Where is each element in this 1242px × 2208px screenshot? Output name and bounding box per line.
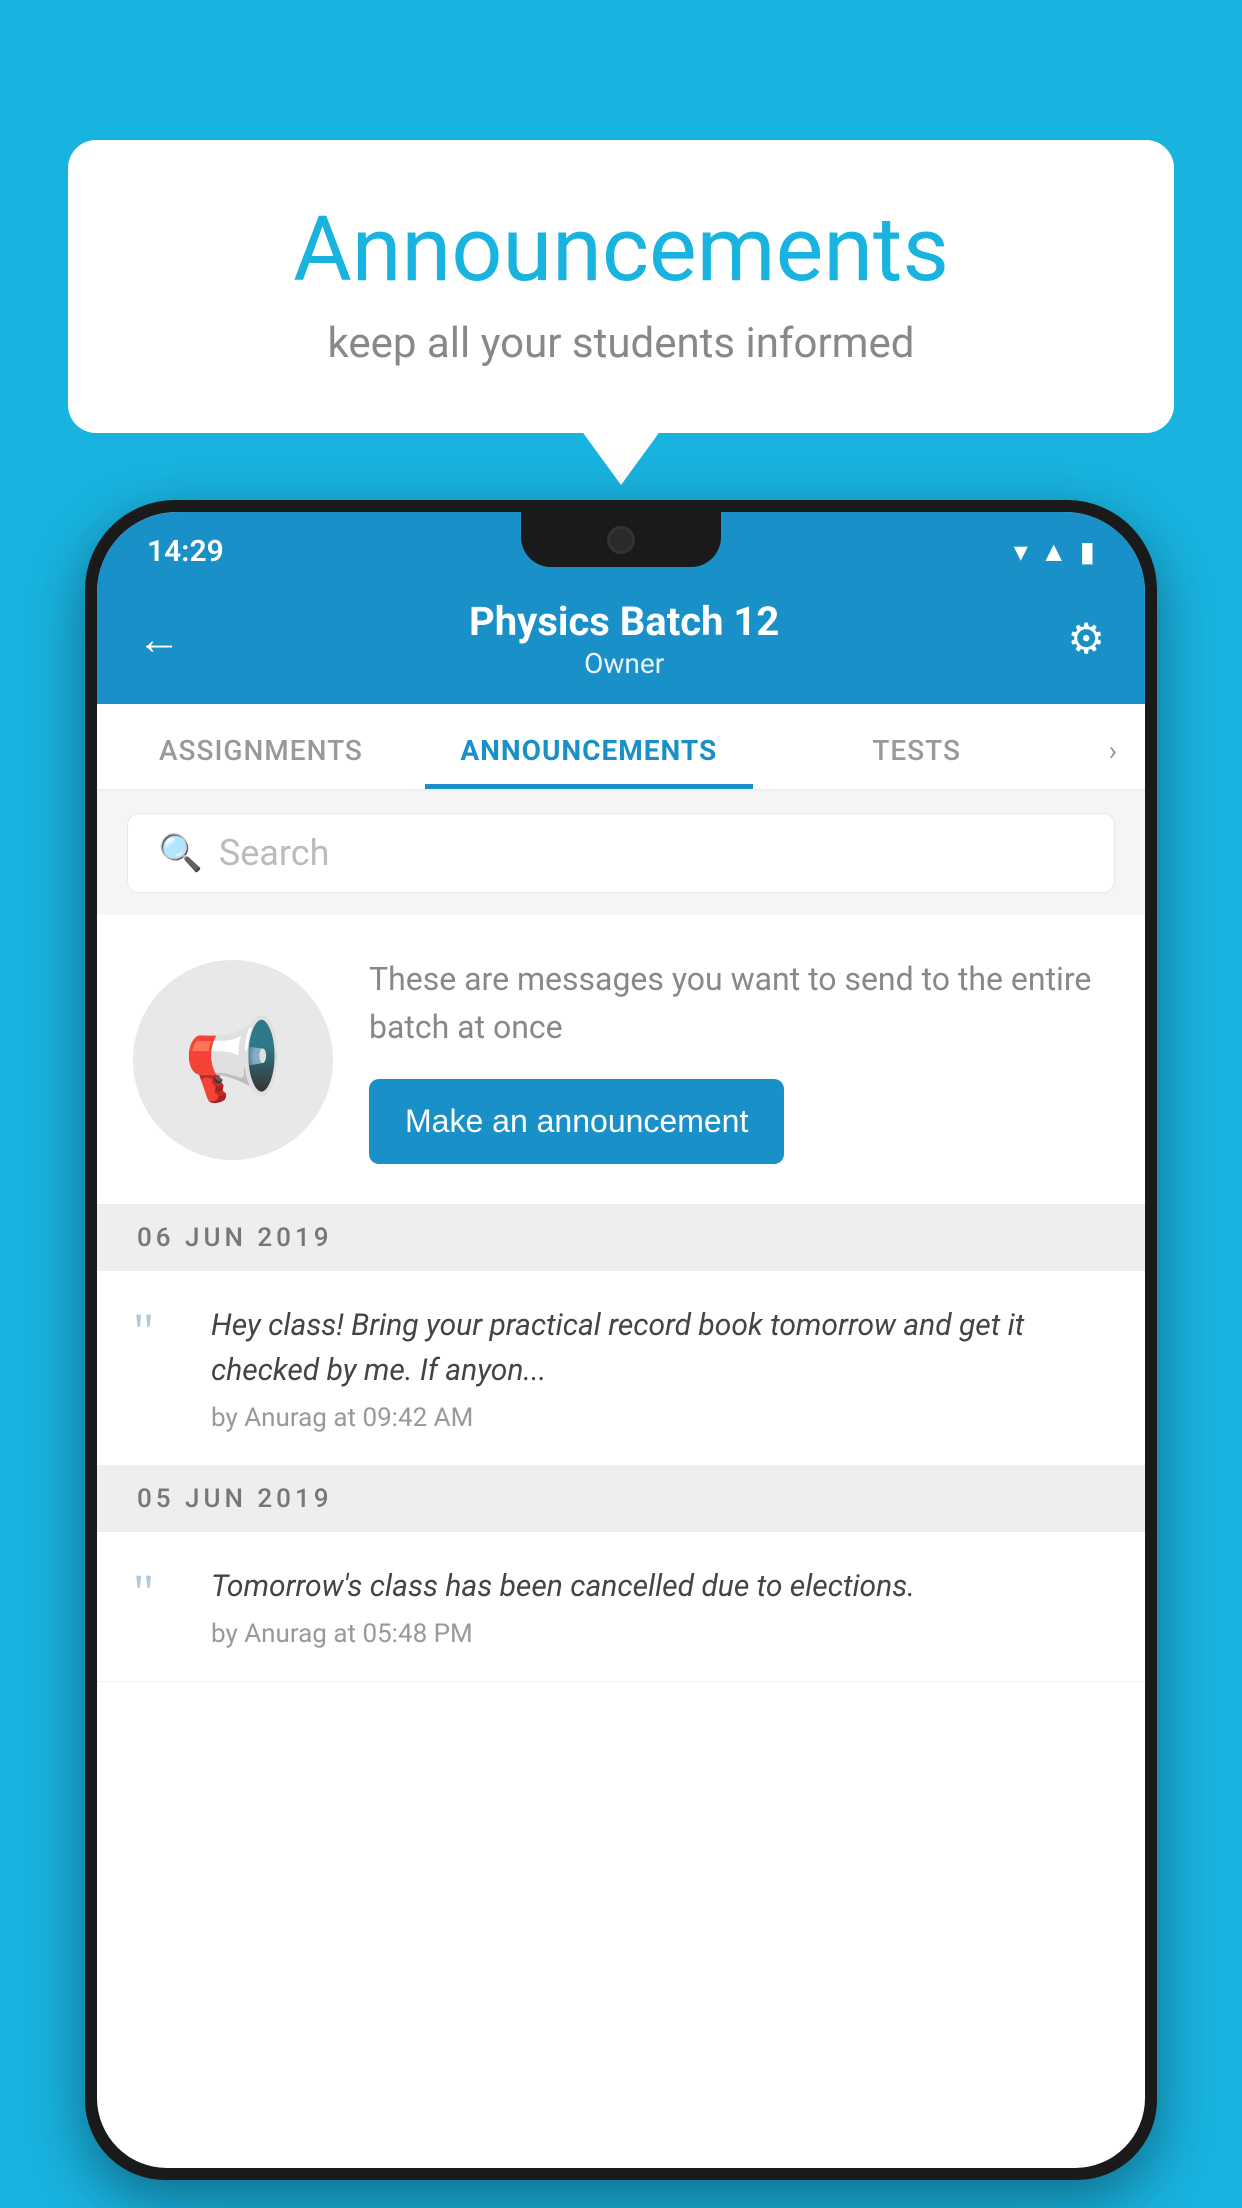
search-bar[interactable]: 🔍 Search [127,813,1115,893]
status-time: 14:29 [147,534,224,569]
search-placeholder: Search [219,832,330,874]
speech-bubble-container: Announcements keep all your students inf… [68,140,1174,433]
quote-icon-1: " [133,1307,183,1359]
bubble-subtitle: keep all your students informed [148,319,1094,368]
megaphone-icon: 📢 [183,1013,283,1107]
header-subtitle: Owner [181,647,1067,680]
app-header: ← Physics Batch 12 Owner ⚙ [97,580,1145,704]
announcement-content-2: Tomorrow's class has been cancelled due … [211,1564,1109,1649]
tab-announcements[interactable]: ANNOUNCEMENTS [425,704,753,789]
announcement-message-2: Tomorrow's class has been cancelled due … [211,1564,1109,1609]
phone-outer: 14:29 ▾ ▲ ▮ ← Physics Batch 12 Owner ⚙ [85,500,1157,2180]
search-container: 🔍 Search [97,791,1145,915]
phone-camera [607,526,635,554]
header-center: Physics Batch 12 Owner [181,598,1067,680]
phone-screen: 14:29 ▾ ▲ ▮ ← Physics Batch 12 Owner ⚙ [97,512,1145,2168]
bubble-title: Announcements [148,200,1094,299]
quote-icon-2: " [133,1568,183,1620]
speech-bubble: Announcements keep all your students inf… [68,140,1174,433]
announcement-meta-2: by Anurag at 05:48 PM [211,1619,1109,1649]
tab-more[interactable]: › [1081,704,1145,789]
phone-notch [521,512,721,567]
announcement-content-1: Hey class! Bring your practical record b… [211,1303,1109,1433]
date-text-2: 05 JUN 2019 [137,1484,333,1514]
announcement-icon-circle: 📢 [133,960,333,1160]
battery-icon: ▮ [1080,535,1095,568]
make-announcement-button[interactable]: Make an announcement [369,1079,784,1164]
header-title: Physics Batch 12 [181,598,1067,645]
settings-icon[interactable]: ⚙ [1067,614,1105,664]
tabs-container: ASSIGNMENTS ANNOUNCEMENTS TESTS › [97,704,1145,791]
announcement-item-1[interactable]: " Hey class! Bring your practical record… [97,1271,1145,1466]
phone-container: 14:29 ▾ ▲ ▮ ← Physics Batch 12 Owner ⚙ [85,500,1157,2208]
announcement-promo: 📢 These are messages you want to send to… [97,915,1145,1205]
date-separator-2: 05 JUN 2019 [97,1466,1145,1532]
search-icon: 🔍 [158,832,203,874]
back-button[interactable]: ← [137,617,181,661]
announcement-description: These are messages you want to send to t… [369,955,1109,1051]
wifi-icon: ▾ [1014,535,1028,568]
announcement-right: These are messages you want to send to t… [369,955,1109,1164]
status-icons: ▾ ▲ ▮ [1014,535,1095,568]
date-separator-1: 06 JUN 2019 [97,1205,1145,1271]
signal-icon: ▲ [1040,535,1068,568]
announcement-message-1: Hey class! Bring your practical record b… [211,1303,1109,1393]
announcement-item-2[interactable]: " Tomorrow's class has been cancelled du… [97,1532,1145,1682]
date-text-1: 06 JUN 2019 [137,1223,333,1253]
tab-tests[interactable]: TESTS [753,704,1081,789]
announcement-meta-1: by Anurag at 09:42 AM [211,1403,1109,1433]
tab-assignments[interactable]: ASSIGNMENTS [97,704,425,789]
